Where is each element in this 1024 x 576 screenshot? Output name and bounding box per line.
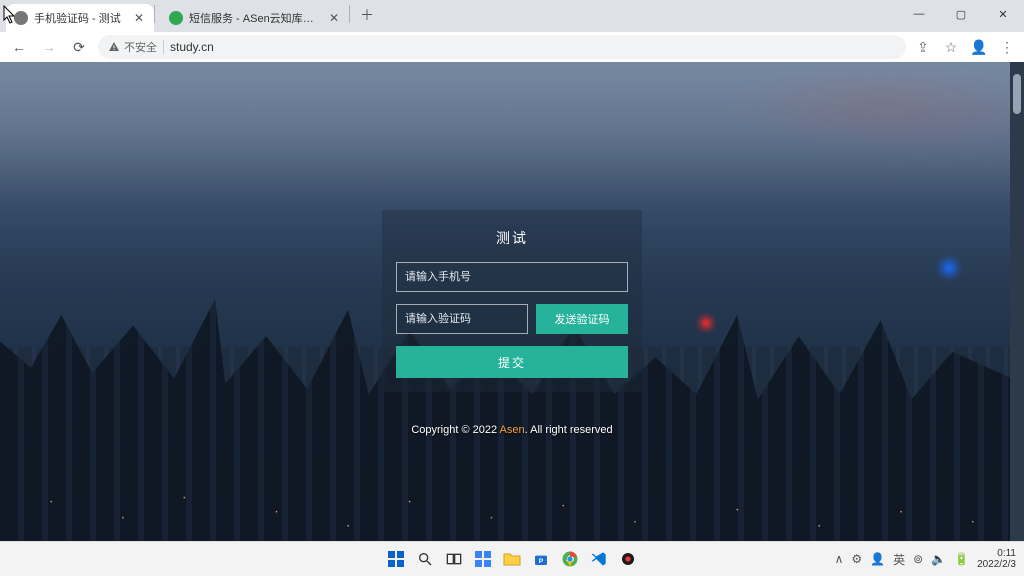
search-icon: [417, 551, 433, 567]
site-security-indicator[interactable]: 不安全: [108, 39, 157, 55]
clock-date: 2022/2/3: [977, 559, 1016, 570]
login-card: 测试 发送验证码 提交: [382, 210, 642, 392]
tray-user-icon[interactable]: 👤: [870, 552, 885, 566]
browser-tab-inactive[interactable]: 短信服务 - ASen云知库开发API ✕: [161, 4, 349, 32]
bookmark-star-icon[interactable]: ☆: [942, 38, 960, 56]
toolbar-actions: ⇪ ☆ 👤 ⋮: [914, 38, 1016, 56]
warning-icon: [108, 41, 120, 53]
new-tab-button[interactable]: ＋: [354, 2, 380, 28]
background-accent-light-red: [695, 312, 717, 334]
footer-suffix: . All right reserved: [525, 424, 613, 436]
tab-title: 手机验证码 - 测试: [34, 10, 128, 26]
send-code-button[interactable]: 发送验证码: [536, 304, 628, 334]
chrome-icon: [561, 550, 579, 568]
tray-settings-icon[interactable]: ⚙: [851, 552, 862, 566]
separator: [163, 40, 164, 54]
taskbar-clock[interactable]: 0:11 2022/2/3: [977, 548, 1016, 570]
tab-favicon-icon: [169, 11, 183, 25]
scrollbar-thumb[interactable]: [1013, 74, 1021, 114]
taskbar-explorer-button[interactable]: [499, 546, 525, 572]
tab-divider: [154, 5, 155, 23]
taskbar-record-button[interactable]: [615, 546, 641, 572]
widgets-icon: [474, 550, 492, 568]
verification-code-input[interactable]: [396, 304, 528, 334]
page-viewport: 测试 发送验证码 提交 Copyright © 2022 Asen. All r…: [0, 62, 1024, 542]
tab-title: 短信服务 - ASen云知库开发API: [189, 10, 323, 26]
taskbar-store-button[interactable]: P: [528, 546, 554, 572]
taskbar-widgets-button[interactable]: [470, 546, 496, 572]
window-minimize-button[interactable]: —: [898, 0, 940, 28]
browser-tab-active[interactable]: 手机验证码 - 测试 ✕: [6, 4, 154, 32]
form-title: 测试: [396, 228, 628, 248]
folder-icon: [503, 551, 521, 567]
address-bar[interactable]: 不安全 study.cn: [98, 35, 906, 59]
footer-link[interactable]: Asen: [500, 424, 525, 436]
nav-back-button[interactable]: ←: [8, 36, 30, 58]
share-icon[interactable]: ⇪: [914, 38, 932, 56]
start-button[interactable]: [383, 546, 409, 572]
submit-button[interactable]: 提交: [396, 346, 628, 378]
mouse-cursor: [3, 5, 17, 25]
clock-time: 0:11: [977, 548, 1016, 559]
taskbar-apps: P: [383, 546, 641, 572]
window-controls: — ▢ ✕: [898, 0, 1024, 28]
tray-network-icon[interactable]: ⊚: [913, 552, 923, 566]
tab-divider: [349, 5, 350, 23]
tray-ime-icon[interactable]: 英: [893, 551, 905, 568]
browser-tab-strip: 手机验证码 - 测试 ✕ 短信服务 - ASen云知库开发API ✕ ＋ — ▢…: [0, 0, 1024, 32]
tray-battery-icon[interactable]: 🔋: [954, 552, 969, 566]
url-text: study.cn: [170, 40, 214, 54]
nav-reload-button[interactable]: ⟳: [68, 36, 90, 58]
vertical-scrollbar[interactable]: [1010, 62, 1024, 542]
footer-prefix: Copyright © 2022: [411, 424, 499, 436]
browser-toolbar: ← → ⟳ 不安全 study.cn ⇪ ☆ 👤 ⋮: [0, 32, 1024, 63]
tray-volume-icon[interactable]: 🔈: [931, 552, 946, 566]
phone-input[interactable]: [396, 262, 628, 292]
svg-text:P: P: [539, 558, 544, 565]
taskbar-chrome-button[interactable]: [557, 546, 583, 572]
windows-taskbar: P ∧ ⚙ 👤 英 ⊚ 🔈 🔋 0:11 2022/2/3: [0, 541, 1024, 576]
background-accent-light-blue: [935, 254, 963, 282]
taskbar-search-button[interactable]: [412, 546, 438, 572]
record-icon: [620, 551, 636, 567]
security-label: 不安全: [124, 39, 157, 55]
store-icon: P: [533, 551, 549, 567]
taskbar-taskview-button[interactable]: [441, 546, 467, 572]
tab-close-icon[interactable]: ✕: [329, 11, 339, 25]
tab-close-icon[interactable]: ✕: [134, 11, 144, 25]
system-tray: ∧ ⚙ 👤 英 ⊚ 🔈 🔋 0:11 2022/2/3: [835, 548, 1016, 570]
browser-menu-icon[interactable]: ⋮: [998, 38, 1016, 56]
taskbar-vscode-button[interactable]: [586, 546, 612, 572]
window-close-button[interactable]: ✕: [982, 0, 1024, 28]
profile-avatar-icon[interactable]: 👤: [970, 38, 988, 56]
window-maximize-button[interactable]: ▢: [940, 0, 982, 28]
taskview-icon: [446, 551, 462, 567]
tray-overflow-icon[interactable]: ∧: [835, 552, 844, 566]
nav-forward-button[interactable]: →: [38, 36, 60, 58]
windows-logo-icon: [387, 550, 405, 568]
vscode-icon: [591, 551, 607, 567]
footer-copyright: Copyright © 2022 Asen. All right reserve…: [411, 424, 612, 436]
